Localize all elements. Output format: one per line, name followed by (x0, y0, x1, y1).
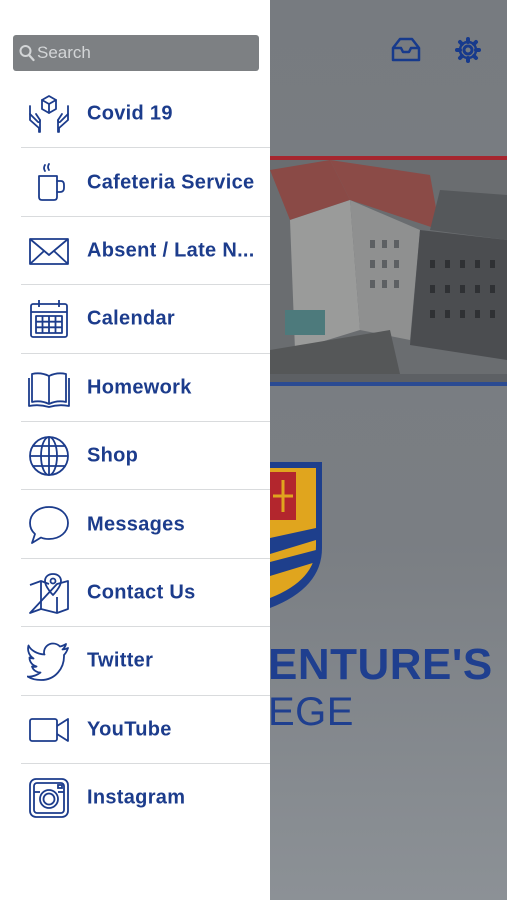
menu-item-shop[interactable]: Shop (0, 422, 270, 491)
menu-item-twitter[interactable]: Twitter (0, 627, 270, 696)
menu-item-label: Instagram (87, 786, 186, 809)
menu-item-homework[interactable]: Homework (0, 354, 270, 422)
envelope-icon (27, 229, 71, 273)
instagram-icon (27, 776, 71, 820)
inbox-icon[interactable] (390, 36, 422, 69)
menu-item-label: Homework (87, 376, 192, 399)
menu-item-label: YouTube (87, 718, 172, 741)
menu-item-contact-us[interactable]: Contact Us (0, 559, 270, 628)
menu-item-cafeteria-service[interactable]: Cafeteria Service (0, 148, 270, 217)
twitter-bird-icon (26, 639, 71, 683)
hands-box-icon (27, 92, 71, 136)
drawer-menu: Covid 19 Cafeteria Service Absent / Late… (0, 80, 270, 832)
menu-item-label: Cafeteria Service (87, 171, 255, 194)
school-crest-logo (270, 458, 326, 615)
menu-item-label: Absent / Late N... (87, 239, 255, 262)
menu-item-label: Twitter (87, 649, 154, 672)
menu-item-absent-late[interactable]: Absent / Late N... (0, 217, 270, 286)
menu-item-label: Covid 19 (87, 102, 173, 125)
menu-item-calendar[interactable]: Calendar (0, 285, 270, 354)
video-camera-icon (27, 708, 71, 752)
map-pin-icon (27, 571, 71, 615)
search-bar (13, 35, 259, 71)
chat-bubble-icon (27, 503, 71, 547)
menu-item-label: Shop (87, 444, 139, 467)
gear-icon[interactable] (455, 36, 481, 69)
menu-item-youtube[interactable]: YouTube (0, 696, 270, 764)
menu-item-label: Calendar (87, 307, 175, 330)
menu-item-label: Messages (87, 513, 186, 536)
background-school-name-line2: EGE (268, 690, 354, 734)
calendar-icon (27, 297, 71, 341)
menu-item-covid-19[interactable]: Covid 19 (0, 80, 270, 149)
coffee-cup-icon (27, 161, 71, 205)
menu-item-messages[interactable]: Messages (0, 490, 270, 559)
background-school-name-line1: ENTURE'S (268, 640, 493, 689)
book-icon (27, 366, 71, 410)
side-drawer: Covid 19 Cafeteria Service Absent / Late… (0, 0, 270, 900)
search-input[interactable] (37, 35, 255, 71)
menu-item-instagram[interactable]: Instagram (0, 764, 270, 832)
menu-item-label: Contact Us (87, 581, 196, 604)
globe-icon (27, 434, 71, 478)
search-icon (19, 44, 35, 67)
campus-photo (270, 156, 507, 386)
